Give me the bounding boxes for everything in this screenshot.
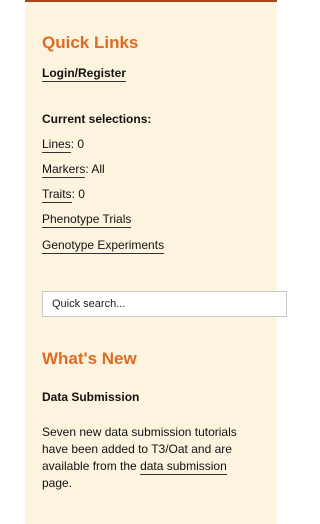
data-submission-link[interactable]: data submission xyxy=(140,459,227,475)
news-item-body: Seven new data submission tutorials have… xyxy=(42,424,247,492)
traits-link[interactable]: Traits xyxy=(42,187,72,203)
current-selections-heading: Current selections: xyxy=(42,112,152,126)
markers-link[interactable]: Markers xyxy=(42,162,86,178)
login-register-link[interactable]: Login/Register xyxy=(42,66,127,82)
lines-selection: Lines: 0 xyxy=(42,137,85,153)
lines-link[interactable]: Lines xyxy=(42,137,71,153)
phenotype-trials-link[interactable]: Phenotype Trials xyxy=(42,212,132,228)
quick-search-input[interactable] xyxy=(42,291,287,317)
quick-links-heading: Quick Links xyxy=(42,33,139,52)
lines-count: : 0 xyxy=(70,137,85,151)
markers-count: : All xyxy=(85,162,105,176)
whats-new-heading: What's New xyxy=(42,349,137,368)
traits-selection: Traits: 0 xyxy=(42,187,85,203)
news-body-end: page. xyxy=(42,476,73,490)
traits-count: : 0 xyxy=(71,187,85,201)
genotype-experiments-link[interactable]: Genotype Experiments xyxy=(42,238,165,254)
markers-selection: Markers: All xyxy=(42,162,105,178)
news-item-title: Data Submission xyxy=(42,390,140,404)
